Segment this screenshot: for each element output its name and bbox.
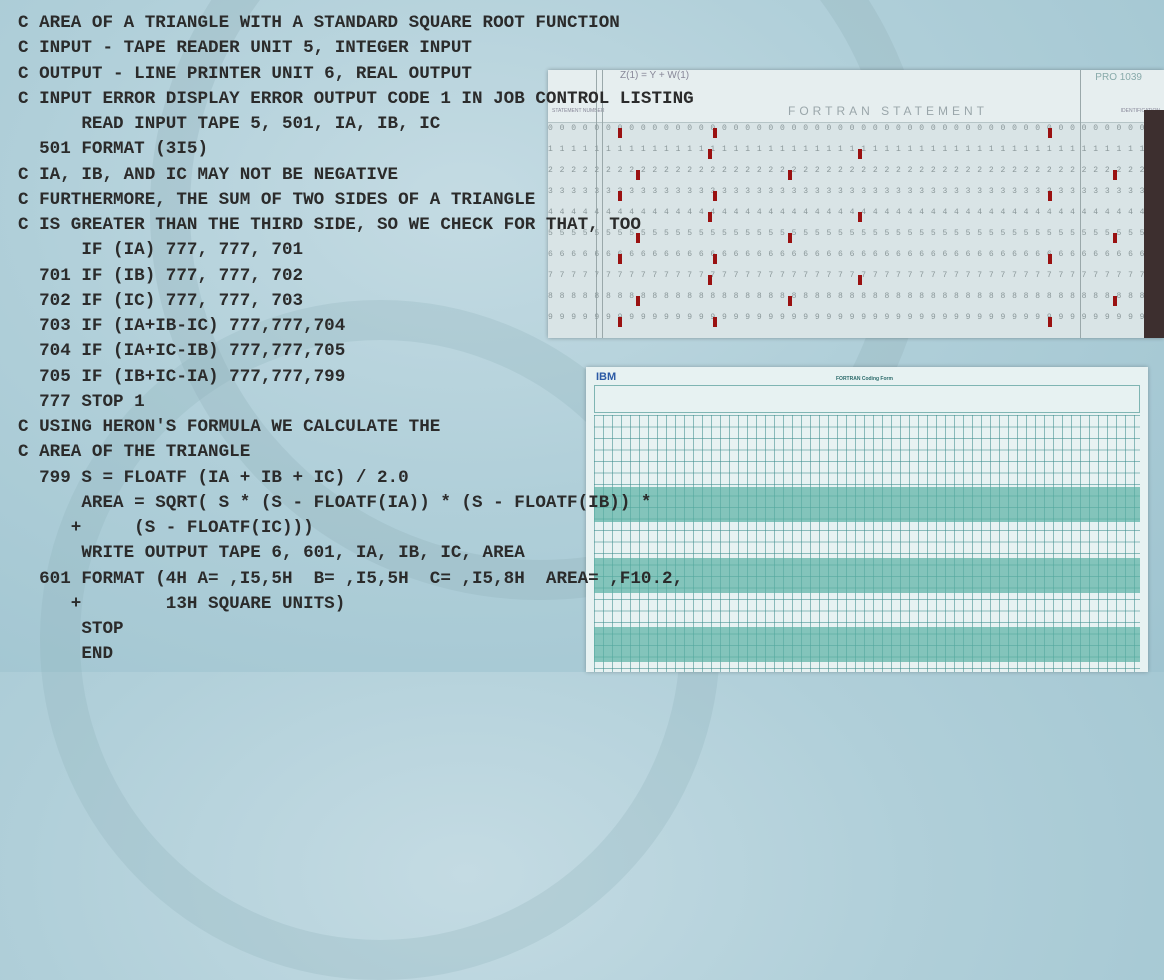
fortran-code-listing: C AREA OF A TRIANGLE WITH A STANDARD SQU… bbox=[18, 11, 694, 668]
code-line: 501 FORMAT (3I5) bbox=[18, 139, 209, 160]
card-punch-hole bbox=[708, 275, 712, 285]
code-line: WRITE OUTPUT TAPE 6, 601, IA, IB, IC, AR… bbox=[18, 543, 525, 564]
card-punch-hole bbox=[788, 170, 792, 180]
card-punch-hole bbox=[1113, 296, 1117, 306]
code-line: 705 IF (IB+IC-IA) 777,777,799 bbox=[18, 366, 346, 387]
code-line: 601 FORMAT (4H A= ,I5,5H B= ,I5,5H C= ,I… bbox=[18, 568, 684, 589]
code-line: C IS GREATER THAN THE THIRD SIDE, SO WE … bbox=[18, 215, 641, 235]
card-punch-hole bbox=[1048, 191, 1052, 201]
card-punch-hole bbox=[858, 212, 862, 222]
card-punch-hole bbox=[713, 128, 717, 138]
code-line: AREA = SQRT( S * (S - FLOATF(IA)) * (S -… bbox=[18, 492, 652, 513]
card-punch-hole bbox=[788, 233, 792, 243]
code-line: 777 STOP 1 bbox=[18, 391, 145, 412]
card-punch-hole bbox=[858, 149, 862, 159]
card-shadow-edge bbox=[1144, 110, 1164, 338]
code-line: 703 IF (IA+IB-IC) 777,777,704 bbox=[18, 316, 346, 336]
card-program-number: PRO 1039 bbox=[1095, 72, 1142, 83]
code-line: 704 IF (IA+IC-IB) 777,777,705 bbox=[18, 341, 346, 362]
card-punch-hole bbox=[713, 317, 717, 327]
code-line: C INPUT ERROR DISPLAY ERROR OUTPUT CODE … bbox=[18, 88, 694, 109]
code-line: READ INPUT TAPE 5, 501, IA, IB, IC bbox=[18, 114, 441, 134]
card-punch-hole bbox=[713, 254, 717, 264]
card-punch-hole bbox=[1048, 128, 1052, 138]
code-line: IF (IA) 777, 777, 701 bbox=[18, 240, 304, 261]
card-punch-hole bbox=[1048, 317, 1052, 327]
code-line: STOP bbox=[18, 619, 124, 639]
code-line: + 13H SQUARE UNITS) bbox=[18, 593, 346, 614]
code-line: C IA, IB, AND IC MAY NOT BE NEGATIVE bbox=[18, 164, 399, 185]
card-punch-hole bbox=[1113, 233, 1117, 243]
card-punch-hole bbox=[708, 149, 712, 159]
code-line: C INPUT - TAPE READER UNIT 5, INTEGER IN… bbox=[18, 38, 472, 59]
card-punch-hole bbox=[1048, 254, 1052, 264]
code-line: 702 IF (IC) 777, 777, 703 bbox=[18, 290, 304, 311]
code-line: C USING HERON'S FORMULA WE CALCULATE THE bbox=[18, 417, 441, 437]
card-punch-hole bbox=[788, 296, 792, 306]
card-punch-hole bbox=[708, 212, 712, 222]
code-line: + (S - FLOATF(IC))) bbox=[18, 518, 314, 538]
card-statement-label: FORTRAN STATEMENT bbox=[788, 104, 988, 118]
code-line: 701 IF (IB) 777, 777, 702 bbox=[18, 265, 304, 286]
card-punch-hole bbox=[713, 191, 717, 201]
code-line: END bbox=[18, 644, 114, 665]
code-line: C AREA OF A TRIANGLE WITH A STANDARD SQU… bbox=[18, 13, 620, 33]
coding-form-title: FORTRAN Coding Form bbox=[836, 376, 893, 382]
code-line: C FURTHERMORE, THE SUM OF TWO SIDES OF A… bbox=[18, 189, 536, 210]
card-punch-hole bbox=[1113, 170, 1117, 180]
code-line: C AREA OF THE TRIANGLE bbox=[18, 442, 251, 463]
code-line: 799 S = FLOATF (IA + IB + IC) / 2.0 bbox=[18, 467, 409, 488]
card-punch-hole bbox=[858, 275, 862, 285]
code-line: C OUTPUT - LINE PRINTER UNIT 6, REAL OUT… bbox=[18, 63, 472, 84]
